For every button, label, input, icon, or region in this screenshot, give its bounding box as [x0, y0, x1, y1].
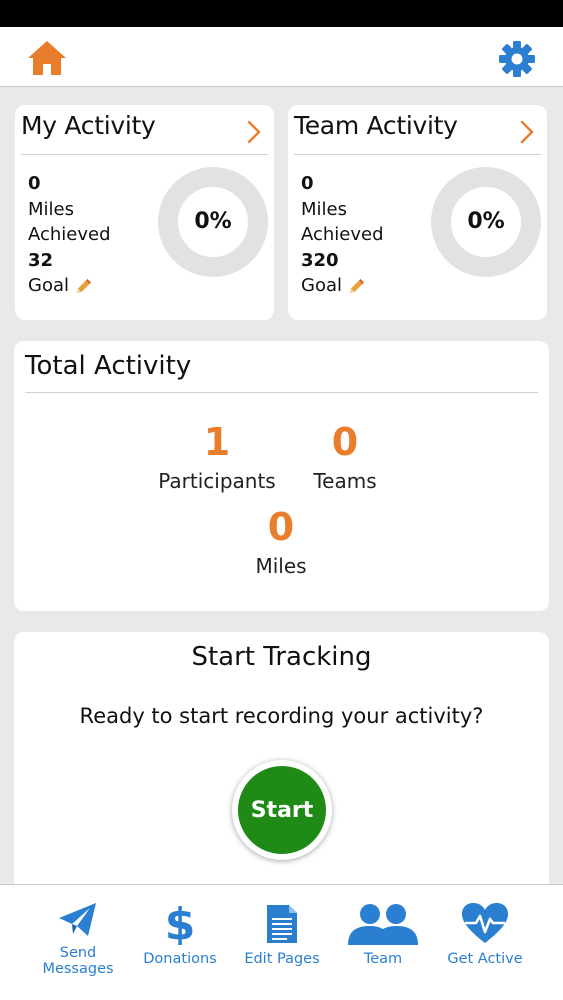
nav-send-messages-line1: Send	[59, 945, 97, 961]
nav-send-messages-line2: Messages	[42, 961, 114, 977]
status-bar	[0, 0, 563, 27]
team-activity-title: Team Activity	[294, 111, 458, 140]
my-activity-card[interactable]: My Activity 0 Miles Achieved 32 Goal 0%	[15, 105, 274, 320]
pencil-icon[interactable]	[348, 277, 366, 295]
team-miles-label: Miles	[301, 198, 347, 220]
total-miles-label: Miles	[255, 554, 307, 578]
total-activity-header: Total Activity	[25, 347, 538, 393]
nav-team[interactable]: Team	[340, 901, 426, 967]
team-miles-value: 0	[301, 173, 314, 194]
teams-label: Teams	[313, 469, 377, 493]
chevron-right-icon[interactable]	[246, 119, 262, 145]
svg-text:$: $	[165, 901, 195, 945]
nav-edit-pages[interactable]: Edit Pages	[238, 901, 326, 967]
start-tracking-card: Start Tracking Ready to start recording …	[14, 632, 549, 892]
nav-donations-label: Donations	[143, 951, 217, 967]
start-button-ring: Start	[232, 760, 332, 860]
home-button[interactable]	[26, 39, 68, 77]
paper-plane-icon	[59, 903, 96, 936]
my-activity-header: My Activity	[21, 109, 268, 155]
team-goal-value: 320	[301, 249, 339, 271]
total-activity-card: Total Activity 1 Participants 0 Teams 0 …	[14, 341, 549, 611]
my-miles-label: Miles	[28, 198, 74, 220]
my-miles-value: 0	[28, 173, 41, 194]
nav-get-active[interactable]: Get Active	[440, 901, 530, 967]
team-goal-label: Goal	[301, 275, 342, 297]
team-activity-card[interactable]: Team Activity 0 Miles Achieved 320 Goal …	[288, 105, 547, 320]
home-icon	[28, 41, 66, 75]
team-activity-stats: 0 Miles Achieved 320 Goal	[301, 171, 384, 299]
my-progress-percent: 0%	[194, 209, 232, 234]
gear-icon	[499, 41, 535, 77]
nav-send-messages[interactable]: Send Messages	[34, 901, 122, 977]
team-progress-percent: 0%	[467, 209, 505, 234]
chevron-right-icon[interactable]	[519, 119, 535, 145]
teams-metric: 0 Teams	[270, 419, 420, 493]
start-tracking-title: Start Tracking	[191, 642, 372, 672]
bottom-nav: Send Messages $ Donations Edit Pages Tea…	[0, 884, 563, 1000]
dollar-icon: $	[165, 901, 195, 945]
nav-donations[interactable]: $ Donations	[136, 901, 224, 967]
start-tracking-prompt: Ready to start recording your activity?	[79, 704, 484, 728]
heartbeat-icon	[462, 903, 508, 943]
settings-button[interactable]	[497, 39, 537, 79]
top-bar	[0, 27, 563, 87]
pencil-icon[interactable]	[75, 277, 93, 295]
total-miles-value: 0	[267, 505, 295, 549]
miles-metric: 0 Miles	[206, 504, 356, 578]
total-activity-title: Total Activity	[25, 351, 192, 381]
start-button[interactable]: Start	[238, 766, 326, 854]
team-icon	[348, 904, 418, 945]
nav-get-active-label: Get Active	[447, 951, 523, 967]
document-icon	[267, 905, 297, 943]
my-goal-label: Goal	[28, 275, 69, 297]
my-achieved-label: Achieved	[28, 224, 111, 246]
my-activity-stats: 0 Miles Achieved 32 Goal	[28, 171, 111, 299]
nav-team-label: Team	[363, 951, 403, 967]
my-activity-title: My Activity	[21, 111, 156, 140]
my-goal-value: 32	[28, 249, 54, 271]
team-activity-header: Team Activity	[294, 109, 541, 155]
teams-value: 0	[331, 420, 359, 464]
nav-edit-pages-label: Edit Pages	[244, 951, 320, 967]
team-achieved-label: Achieved	[301, 224, 384, 246]
